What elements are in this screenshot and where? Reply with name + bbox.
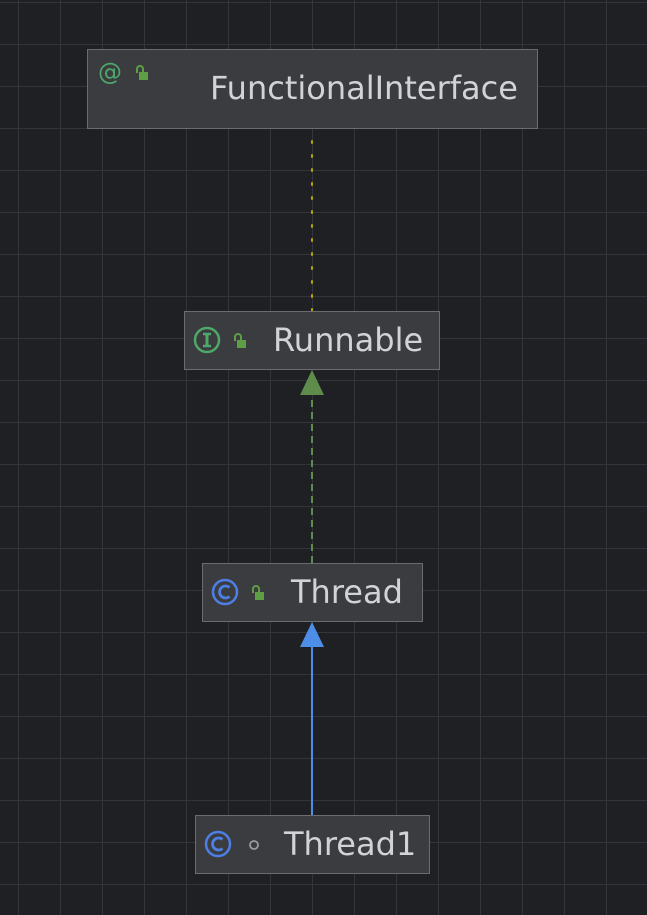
- node-name: FunctionalInterface: [210, 69, 518, 107]
- extends-arrowhead: [300, 622, 324, 647]
- node-thread1[interactable]: Thread1: [195, 815, 430, 874]
- interface-icon: [193, 326, 221, 354]
- node-runnable[interactable]: Runnable: [184, 311, 440, 370]
- class-icon: [211, 578, 239, 606]
- node-functionalinterface[interactable]: @ FunctionalInterface: [87, 49, 538, 129]
- node-name: Thread1: [284, 825, 417, 863]
- node-name: Runnable: [273, 321, 424, 359]
- node-thread[interactable]: Thread: [202, 563, 423, 622]
- unlocked-icon: [233, 333, 249, 349]
- svg-text:@: @: [98, 58, 122, 86]
- package-private-dot-icon: [246, 837, 262, 853]
- unlocked-icon: [251, 585, 267, 601]
- annotation-icon: @: [96, 58, 124, 86]
- uml-diagram: [300, 128, 324, 815]
- unlocked-icon: [135, 65, 151, 81]
- node-name: Thread: [291, 573, 403, 611]
- implements-arrowhead: [300, 370, 324, 395]
- class-icon: [204, 830, 232, 858]
